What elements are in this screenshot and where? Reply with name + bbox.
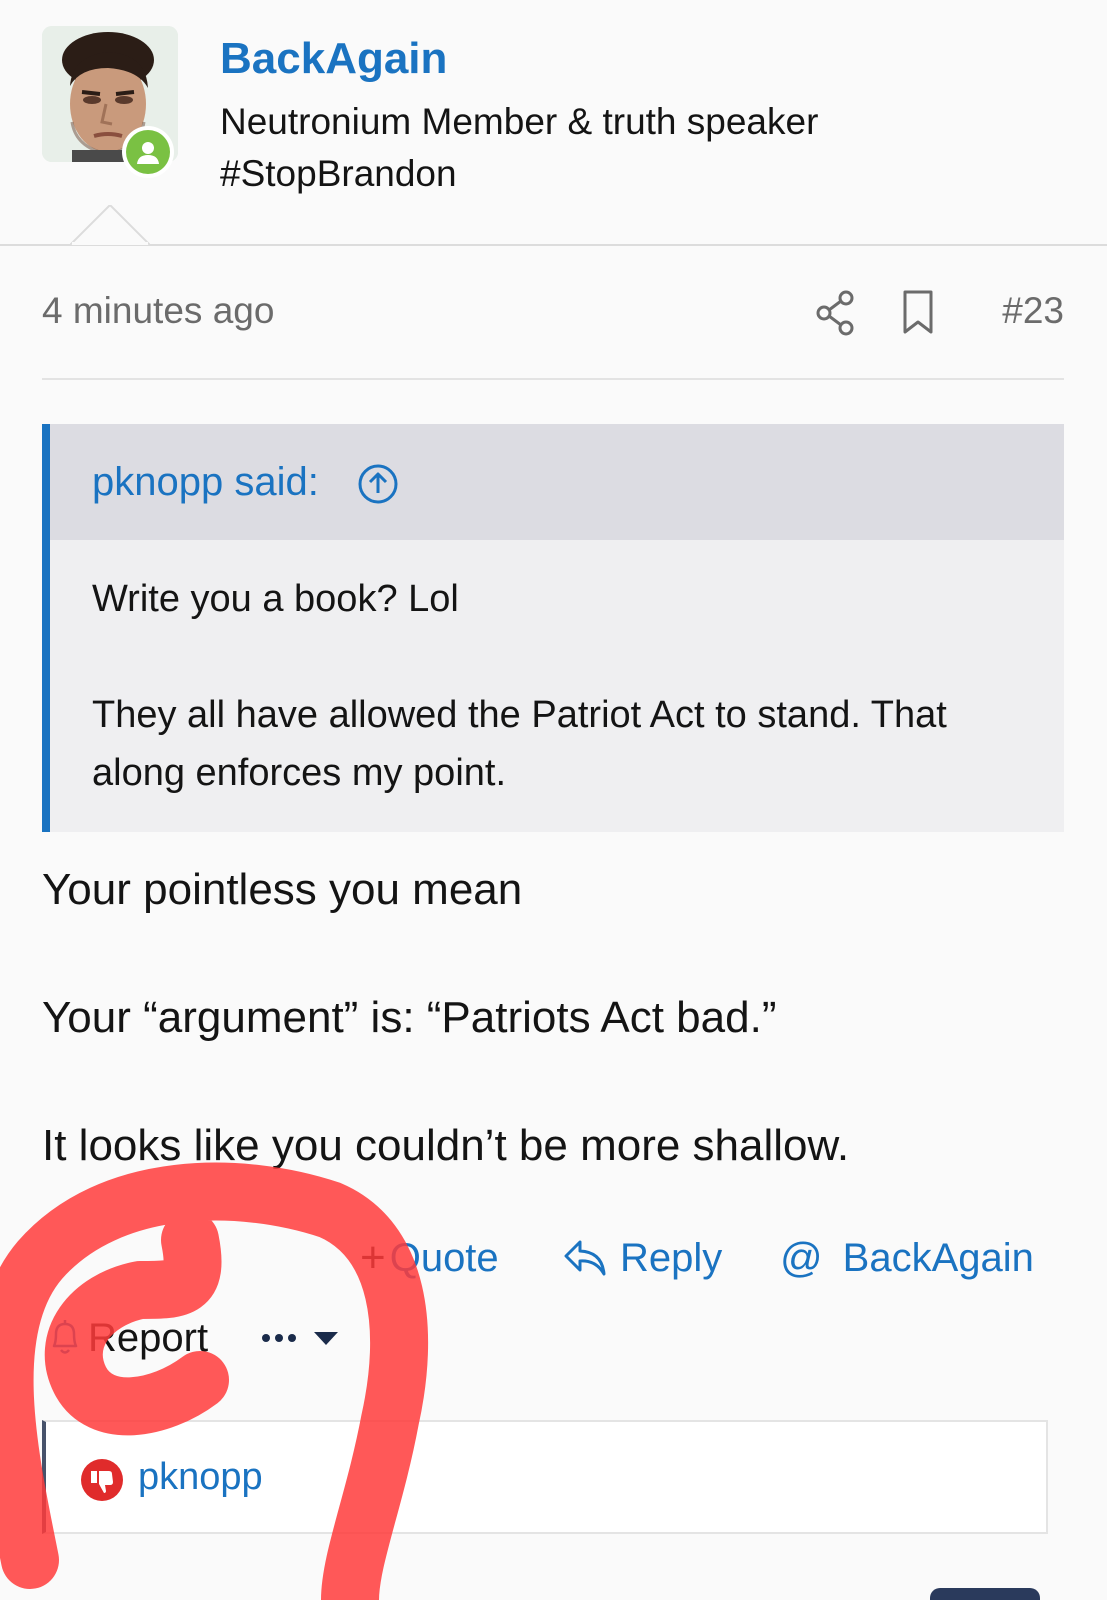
message-paragraph: Your “argument” is: “Patriots Act bad.” [42, 993, 777, 1042]
post-message: Your pointless you mean Your “argument” … [42, 858, 1064, 1178]
message-paragraph: It looks like you couldn’t be more shall… [42, 1121, 850, 1170]
reaction-user-link[interactable]: pknopp [138, 1456, 263, 1499]
divider [42, 378, 1064, 380]
post-actions: + Quote Reply @ BackAgain [0, 1228, 1107, 1288]
message-paragraph: Your pointless you mean [42, 865, 523, 914]
jump-to-quote-icon[interactable] [356, 462, 400, 511]
secondary-actions: Report [48, 1308, 344, 1368]
post-number-link[interactable]: #23 [1002, 290, 1064, 332]
bookmark-icon[interactable] [900, 288, 936, 343]
reply-button-label: Reply [620, 1235, 723, 1280]
post-view: BackAgain Neutronium Member & truth spea… [0, 0, 1107, 1600]
post-author-header: BackAgain Neutronium Member & truth spea… [0, 0, 1107, 246]
online-status-badge [122, 126, 174, 178]
reply-button[interactable]: Reply [562, 1228, 722, 1288]
quote-block: pknopp said: Write you a book? Lol They … [42, 424, 1064, 832]
quote-header[interactable]: pknopp said: [50, 424, 1064, 540]
mention-button-label: BackAgain [842, 1235, 1034, 1280]
quote-button[interactable]: + Quote [360, 1228, 499, 1288]
quote-body: Write you a book? Lol They all have allo… [92, 570, 1042, 802]
reply-icon [562, 1238, 608, 1278]
user-title-line: Neutronium Member & truth speaker [220, 101, 819, 142]
bottom-nav-tab[interactable] [930, 1588, 1040, 1600]
online-user-icon [126, 130, 170, 174]
report-button[interactable]: Report [48, 1316, 208, 1361]
at-sign-icon: @ [780, 1234, 823, 1281]
quote-text: Write you a book? Lol [92, 578, 459, 620]
author-username[interactable]: BackAgain [220, 34, 447, 84]
reactions-bar[interactable]: pknopp [42, 1420, 1048, 1534]
quote-button-label: Quote [389, 1235, 499, 1280]
plus-icon: + [360, 1233, 386, 1282]
share-icon[interactable] [814, 288, 858, 343]
author-user-title: Neutronium Member & truth speaker #StopB… [220, 96, 1040, 200]
more-options-icon [262, 1332, 339, 1345]
post-meta-row: 4 minutes ago #23 [42, 284, 1064, 344]
header-pointer-caret [70, 205, 150, 245]
user-title-line: #StopBrandon [220, 153, 457, 194]
more-options-menu[interactable] [260, 1323, 344, 1353]
thumbs-down-icon [80, 1458, 124, 1507]
quote-text: They all have allowed the Patriot Act to… [92, 694, 947, 794]
bell-icon [48, 1318, 82, 1358]
post-timestamp[interactable]: 4 minutes ago [42, 290, 274, 332]
mention-button[interactable]: @ BackAgain [780, 1228, 1034, 1288]
quote-author[interactable]: pknopp said: [92, 460, 319, 505]
report-button-label: Report [88, 1315, 209, 1360]
